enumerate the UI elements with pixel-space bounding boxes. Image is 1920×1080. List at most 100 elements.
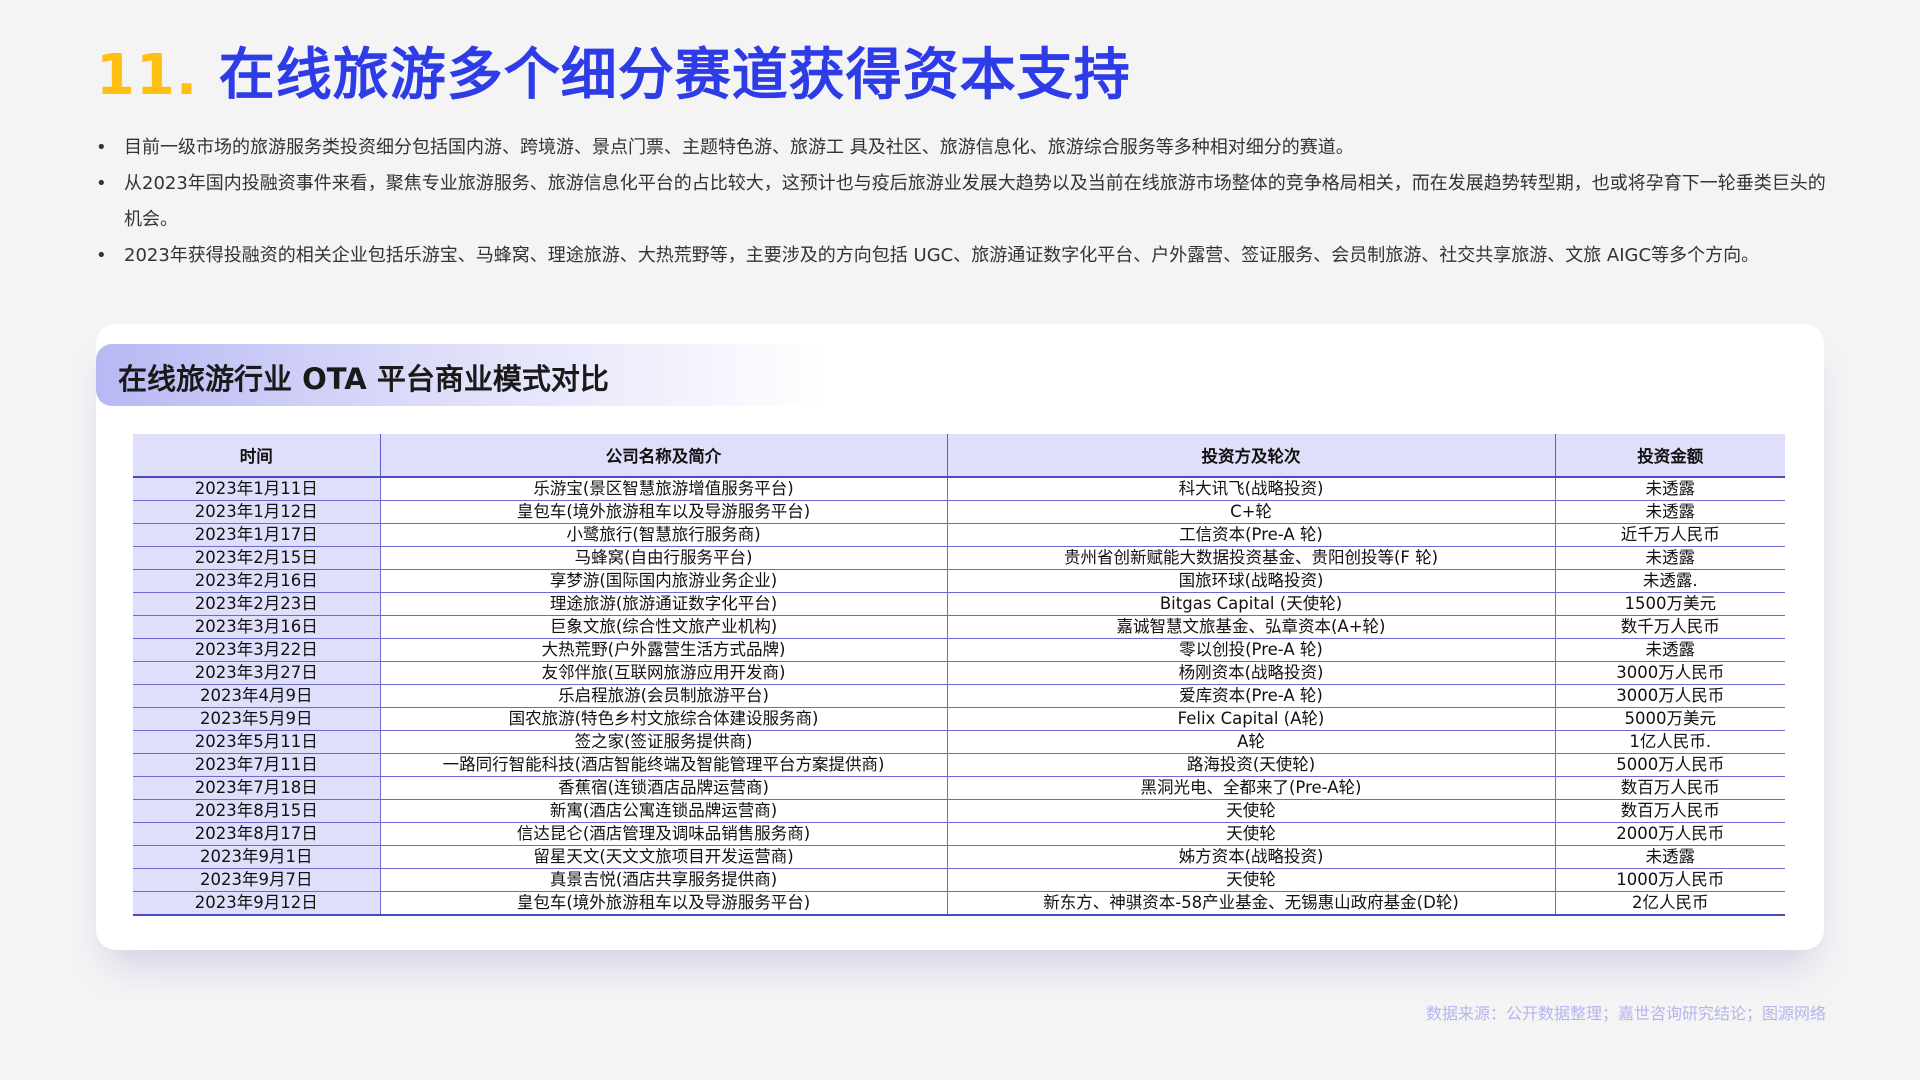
cell-date: 2023年2月15日 xyxy=(133,546,381,570)
cell-company: 乐启程旅游(会员制旅游平台) xyxy=(380,684,948,708)
cell-date: 2023年2月23日 xyxy=(133,592,381,616)
card-header-band: 在线旅游行业 OTA 平台商业模式对比 xyxy=(96,344,826,406)
cell-date: 2023年8月17日 xyxy=(133,822,381,846)
cell-date: 2023年9月7日 xyxy=(133,868,381,892)
header-investor: 投资方及轮次 xyxy=(947,434,1556,478)
table-body: 2023年1月11日 乐游宝(景区智慧旅游增值服务平台) 科大讯飞(战略投资) 未透露… xyxy=(133,477,1785,916)
cell-date: 2023年3月22日 xyxy=(133,638,381,662)
bullet-item: 2023年获得投融资的相关企业包括乐游宝、马蜂窝、理途旅游、大热荒野等，主要涉及… xyxy=(96,238,1826,274)
table-row: 2023年2月16日 享梦游(国际国内旅游业务企业) 国旅环球(战略投资) 未透露. xyxy=(133,569,1785,593)
data-source-note: 数据来源：公开数据整理；嘉世咨询研究结论；图源网络 xyxy=(1425,1004,1826,1023)
cell-investor: 爱库资本(Pre-A 轮) xyxy=(947,684,1556,708)
cell-company: 真景吉悦(酒店共享服务提供商) xyxy=(380,868,948,892)
cell-amount: 2亿人民币 xyxy=(1555,891,1785,916)
cell-investor: A轮 xyxy=(947,730,1556,754)
bullet-list: 目前一级市场的旅游服务类投资细分包括国内游、跨境游、景点门票、主题特色游、旅游工… xyxy=(96,130,1826,274)
cell-company: 皇包车(境外旅游租车以及导游服务平台) xyxy=(380,891,948,916)
cell-date: 2023年5月9日 xyxy=(133,707,381,731)
table-row: 2023年4月9日 乐启程旅游(会员制旅游平台) 爱库资本(Pre-A 轮) 3000… xyxy=(133,684,1785,708)
table-row: 2023年3月22日 大热荒野(户外露营生活方式品牌) 零以创投(Pre-A 轮) 未… xyxy=(133,638,1785,662)
cell-date: 2023年5月11日 xyxy=(133,730,381,754)
cell-investor: 贵州省创新赋能大数据投资基金、贵阳创投等(F 轮) xyxy=(947,546,1556,570)
cell-date: 2023年4月9日 xyxy=(133,684,381,708)
cell-investor: 路海投资(天使轮) xyxy=(947,753,1556,777)
cell-company: 大热荒野(户外露营生活方式品牌) xyxy=(380,638,948,662)
cell-investor: 黑洞光电、全都来了(Pre-A轮) xyxy=(947,776,1556,800)
cell-company: 皇包车(境外旅游租车以及导游服务平台) xyxy=(380,500,948,524)
table-row: 2023年8月15日 新寓(酒店公寓连锁品牌运营商) 天使轮 数百万人民币 xyxy=(133,799,1785,823)
cell-investor: 天使轮 xyxy=(947,822,1556,846)
card-title: 在线旅游行业 OTA 平台商业模式对比 xyxy=(118,362,609,396)
cell-date: 2023年7月11日 xyxy=(133,753,381,777)
table-row: 2023年3月16日 巨象文旅(综合性文旅产业机构) 嘉诚智慧文旅基金、弘章资本(A… xyxy=(133,615,1785,639)
cell-investor: 天使轮 xyxy=(947,868,1556,892)
cell-investor: 工信资本(Pre-A 轮) xyxy=(947,523,1556,547)
cell-amount: 近千万人民币 xyxy=(1555,523,1785,547)
cell-company: 信达昆仑(酒店管理及调味品销售服务商) xyxy=(380,822,948,846)
page-title: 11. 在线旅游多个细分赛道获得资本支持 xyxy=(96,30,1131,111)
table-header-row: 时间 公司名称及简介 投资方及轮次 投资金额 xyxy=(133,434,1785,478)
cell-company: 新寓(酒店公寓连锁品牌运营商) xyxy=(380,799,948,823)
table-row: 2023年8月17日 信达昆仑(酒店管理及调味品销售服务商) 天使轮 2000万人民币 xyxy=(133,822,1785,846)
comparison-card: 在线旅游行业 OTA 平台商业模式对比 时间 公司名称及简介 投资方及轮次 投资… xyxy=(96,324,1824,950)
cell-amount: 未透露 xyxy=(1555,638,1785,662)
cell-amount: 未透露 xyxy=(1555,477,1785,501)
cell-date: 2023年3月27日 xyxy=(133,661,381,685)
cell-amount: 未透露 xyxy=(1555,845,1785,869)
bullet-item: 目前一级市场的旅游服务类投资细分包括国内游、跨境游、景点门票、主题特色游、旅游工… xyxy=(96,130,1826,166)
header-amount: 投资金额 xyxy=(1555,434,1785,478)
cell-company: 小鹭旅行(智慧旅行服务商) xyxy=(380,523,948,547)
title-text: 在线旅游多个细分赛道获得资本支持 xyxy=(218,43,1131,108)
cell-investor: Bitgas Capital (天使轮) xyxy=(947,592,1556,616)
cell-date: 2023年1月12日 xyxy=(133,500,381,524)
cell-company: 香蕉宿(连锁酒店品牌运营商) xyxy=(380,776,948,800)
cell-investor: 姊方资本(战略投资) xyxy=(947,845,1556,869)
cell-date: 2023年2月16日 xyxy=(133,569,381,593)
cell-investor: Felix Capital (A轮) xyxy=(947,707,1556,731)
table-row: 2023年5月11日 签之家(签证服务提供商) A轮 1亿人民币. xyxy=(133,730,1785,754)
cell-date: 2023年7月18日 xyxy=(133,776,381,800)
cell-investor: 零以创投(Pre-A 轮) xyxy=(947,638,1556,662)
cell-company: 巨象文旅(综合性文旅产业机构) xyxy=(380,615,948,639)
table-row: 2023年7月11日 一路同行智能科技(酒店智能终端及智能管理平台方案提供商) 路海… xyxy=(133,753,1785,777)
bullet-item: 从2023年国内投融资事件来看，聚焦专业旅游服务、旅游信息化平台的占比较大，这预… xyxy=(96,166,1826,238)
cell-amount: 1500万美元 xyxy=(1555,592,1785,616)
table-row: 2023年9月12日 皇包车(境外旅游租车以及导游服务平台) 新东方、神骐资本-58… xyxy=(133,891,1785,916)
cell-investor: 科大讯飞(战略投资) xyxy=(947,477,1556,501)
cell-date: 2023年1月17日 xyxy=(133,523,381,547)
header-date: 时间 xyxy=(133,434,381,478)
cell-amount: 数千万人民币 xyxy=(1555,615,1785,639)
cell-investor: 天使轮 xyxy=(947,799,1556,823)
cell-date: 2023年9月1日 xyxy=(133,845,381,869)
cell-investor: C+轮 xyxy=(947,500,1556,524)
investment-table: 时间 公司名称及简介 投资方及轮次 投资金额 2023年1月11日 乐游宝(景区智… xyxy=(133,434,1785,916)
cell-amount: 5000万美元 xyxy=(1555,707,1785,731)
cell-company: 理途旅游(旅游通证数字化平台) xyxy=(380,592,948,616)
cell-investor: 嘉诚智慧文旅基金、弘章资本(A+轮) xyxy=(947,615,1556,639)
table-row: 2023年2月15日 马蜂窝(自由行服务平台) 贵州省创新赋能大数据投资基金、贵阳创… xyxy=(133,546,1785,570)
cell-amount: 1000万人民币 xyxy=(1555,868,1785,892)
table-row: 2023年3月27日 友邻伴旅(互联网旅游应用开发商) 杨刚资本(战略投资) 3000… xyxy=(133,661,1785,685)
cell-date: 2023年8月15日 xyxy=(133,799,381,823)
header-company: 公司名称及简介 xyxy=(380,434,948,478)
table-row: 2023年1月17日 小鹭旅行(智慧旅行服务商) 工信资本(Pre-A 轮) 近千万人… xyxy=(133,523,1785,547)
cell-company: 马蜂窝(自由行服务平台) xyxy=(380,546,948,570)
cell-amount: 5000万人民币 xyxy=(1555,753,1785,777)
cell-company: 乐游宝(景区智慧旅游增值服务平台) xyxy=(380,477,948,501)
cell-company: 签之家(签证服务提供商) xyxy=(380,730,948,754)
cell-amount: 3000万人民币 xyxy=(1555,661,1785,685)
cell-company: 国农旅游(特色乡村文旅综合体建设服务商) xyxy=(380,707,948,731)
cell-company: 友邻伴旅(互联网旅游应用开发商) xyxy=(380,661,948,685)
cell-amount: 1亿人民币. xyxy=(1555,730,1785,754)
cell-investor: 杨刚资本(战略投资) xyxy=(947,661,1556,685)
cell-amount: 未透露 xyxy=(1555,500,1785,524)
table-row: 2023年1月12日 皇包车(境外旅游租车以及导游服务平台) C+轮 未透露 xyxy=(133,500,1785,524)
cell-amount: 未透露 xyxy=(1555,546,1785,570)
cell-amount: 未透露. xyxy=(1555,569,1785,593)
cell-date: 2023年1月11日 xyxy=(133,477,381,501)
cell-amount: 3000万人民币 xyxy=(1555,684,1785,708)
cell-investor: 国旅环球(战略投资) xyxy=(947,569,1556,593)
table-row: 2023年9月7日 真景吉悦(酒店共享服务提供商) 天使轮 1000万人民币 xyxy=(133,868,1785,892)
cell-amount: 数百万人民币 xyxy=(1555,799,1785,823)
cell-company: 一路同行智能科技(酒店智能终端及智能管理平台方案提供商) xyxy=(380,753,948,777)
